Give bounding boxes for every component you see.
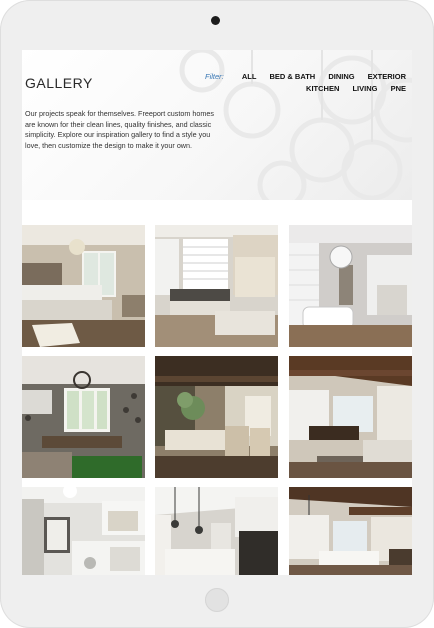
gallery-photo-bedroom[interactable] [22, 225, 145, 347]
filter-kitchen[interactable]: KITCHEN [306, 83, 339, 95]
tablet-frame: GALLERY Filter: ALL BED & BATH DINING EX… [0, 0, 434, 628]
intro-text: Our projects speak for themselves. Freep… [25, 109, 214, 150]
page-title: GALLERY [25, 75, 93, 91]
gallery-photo-dining-beams[interactable] [155, 356, 278, 478]
filter-label: Filter: [204, 72, 224, 81]
filter-dining[interactable]: DINING [328, 71, 354, 83]
home-button[interactable] [205, 588, 229, 612]
filter-exterior[interactable]: EXTERIOR [368, 71, 406, 83]
filter-bed-bath[interactable]: BED & BATH [270, 71, 316, 83]
hero-banner: GALLERY Filter: ALL BED & BATH DINING EX… [22, 50, 412, 200]
gallery-photo-kitchen-laundry[interactable] [22, 487, 145, 575]
gallery-photo-dining-wallpaper[interactable] [22, 356, 145, 478]
filter-pne[interactable]: PNE [391, 83, 406, 95]
gallery-photo-kitchen-pendants[interactable] [155, 487, 278, 575]
gallery-photo-kitchen-living[interactable] [289, 356, 412, 478]
screen: GALLERY Filter: ALL BED & BATH DINING EX… [22, 50, 412, 575]
filter-all[interactable]: ALL [242, 71, 257, 83]
filter-living[interactable]: LIVING [352, 83, 377, 95]
gallery-photo-kitchen-open[interactable] [289, 487, 412, 575]
gallery-photo-window-seat[interactable] [155, 225, 278, 347]
filter-bar: Filter: ALL BED & BATH DINING EXTERIOR K… [191, 71, 406, 95]
gallery-photo-bathroom[interactable] [289, 225, 412, 347]
camera-icon [211, 16, 220, 25]
